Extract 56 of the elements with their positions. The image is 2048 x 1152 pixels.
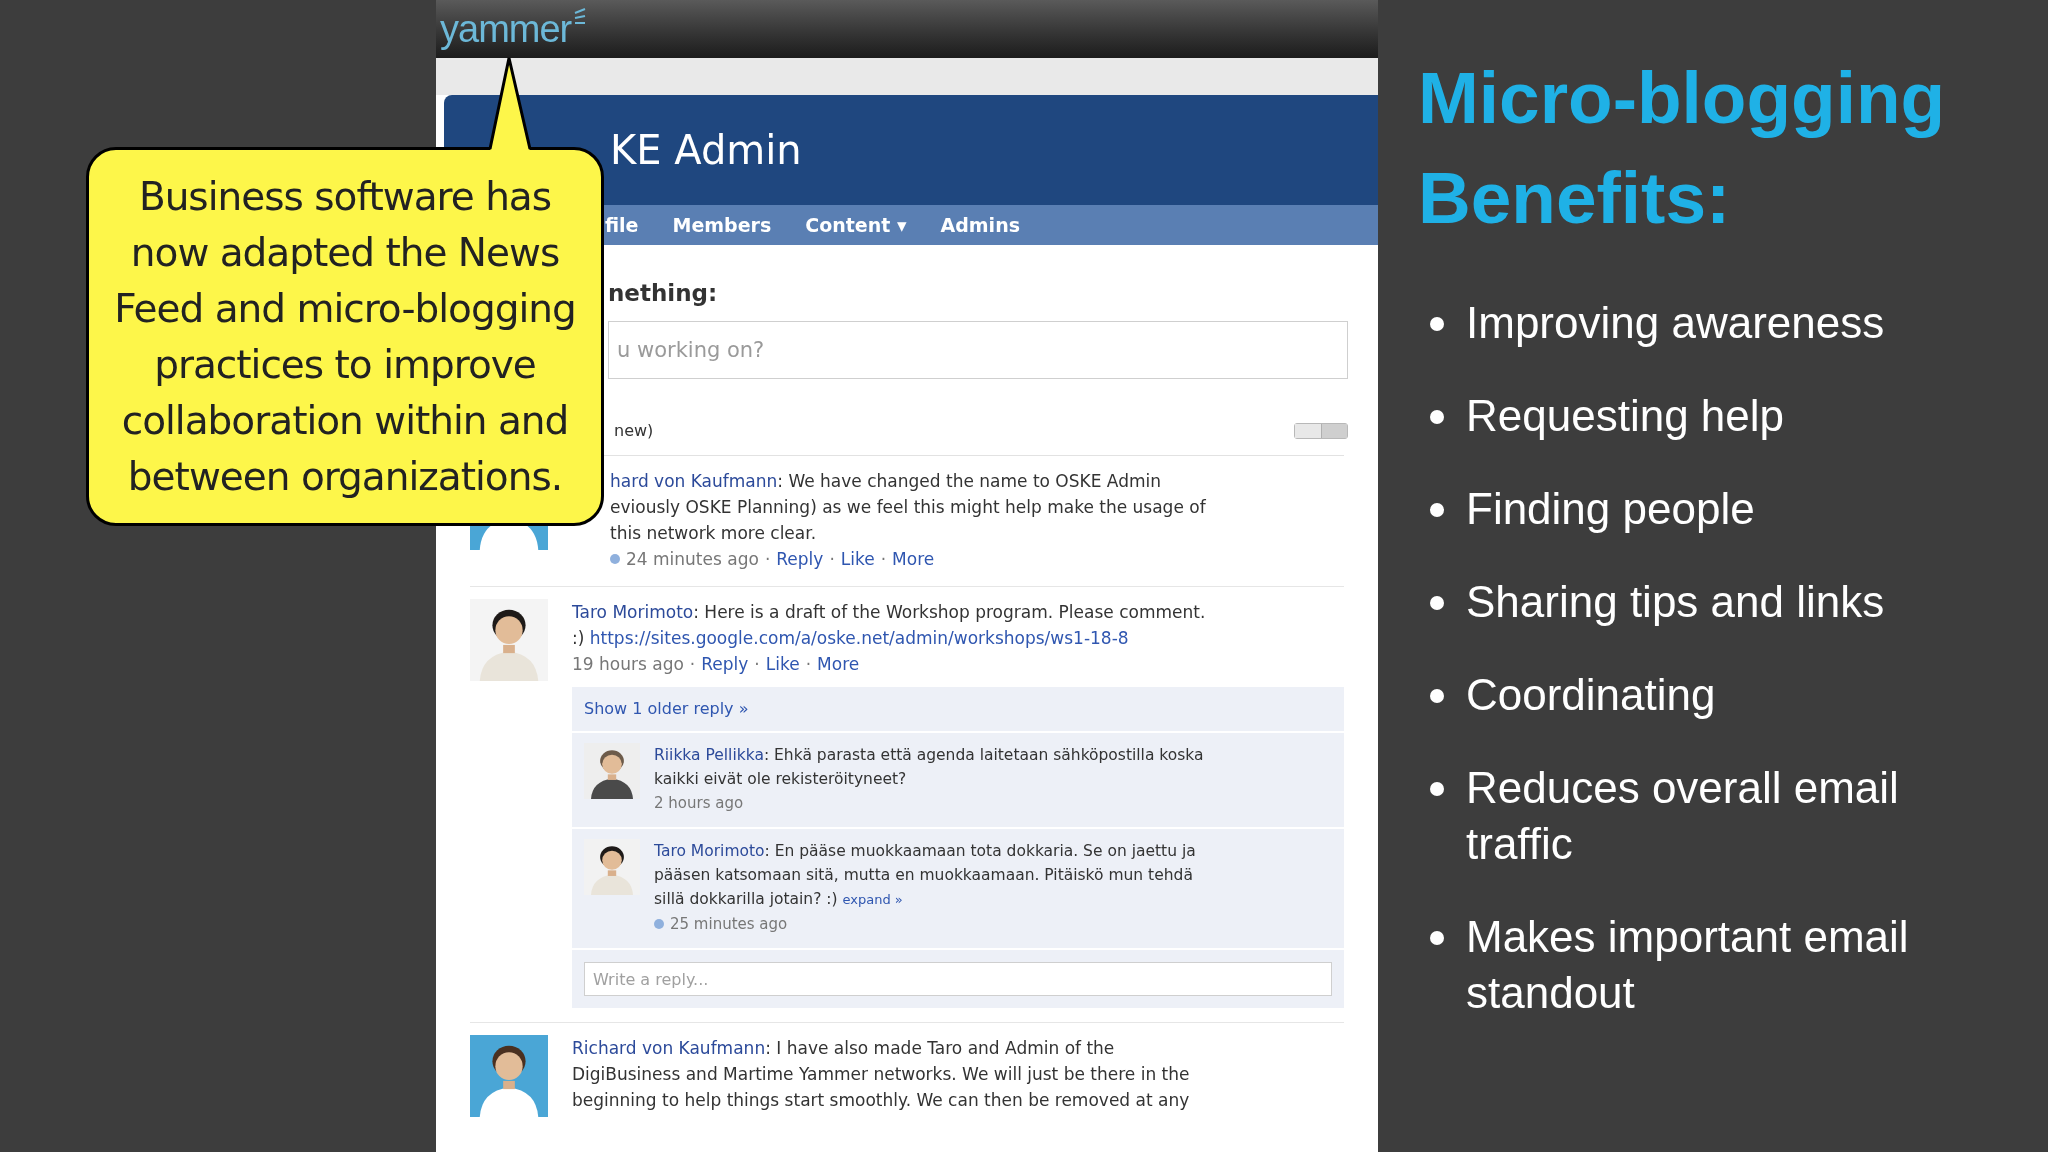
slide-title: Micro-blogging Benefits: (1418, 56, 1947, 240)
bullet-text: Improving awareness (1466, 297, 1886, 349)
nav-tab[interactable]: Content ▾ (805, 210, 907, 240)
post-text: Richard von Kaufmann: I have also made Taro and Admin of the DigiBusiness and Martime Yammer networks. We will just be there in the beginning to help things start smoothly. We can then be removed at any (572, 1037, 1191, 1112)
action-link[interactable]: More (817, 651, 860, 677)
post-text: Taro Morimoto: En pääse muokkaamaan tota dokkaria. Se on jaettu ja pääsen katsomaan sitä, mutta en muokkaamaan. Pitäiskö mun tehdä sillä dokkarilla jotain? :) expand » (654, 841, 1196, 910)
bullet-text: Reduces overall email traffic (1466, 762, 1900, 870)
bullet-text: Makes important email standout (1466, 911, 1910, 1019)
post-text: hard von Kaufmann: We have changed the name to OSKE Admin eviously OSKE Planning) as we feel this might help make the usage of this network more clear. (610, 470, 1207, 545)
action-link[interactable]: More (892, 546, 935, 572)
timestamp: 24 minutes ago (626, 548, 759, 571)
bullet-icon (1430, 410, 1444, 424)
separator: · (764, 548, 771, 571)
timestamp: 25 minutes ago (670, 914, 788, 935)
url-link[interactable]: https://sites.google.com/a/oske.net/admin/workshops/ws1-18-8 (589, 628, 1129, 648)
author-link[interactable]: Richard von Kaufmann (572, 1038, 766, 1058)
group-title: KE Admin (610, 126, 802, 175)
nav-tab[interactable]: Members (672, 210, 772, 240)
author-link[interactable]: Taro Morimoto (572, 602, 694, 622)
post-text: Taro Morimoto: Here is a draft of the Workshop program. Please comment. :) https://sites.google.com/a/oske.net/admin/workshops/ws1-18-8 (572, 601, 1207, 650)
separator: · (754, 653, 760, 676)
nav-tab[interactable]: Admins (940, 210, 1020, 240)
nav-tab[interactable]: file (605, 210, 639, 240)
action-link[interactable]: Reply (776, 546, 824, 572)
feed-filter[interactable]: new) (614, 419, 654, 443)
reply-input[interactable]: Write a reply... (584, 962, 1332, 996)
show-older-link[interactable]: Show 1 older reply » (572, 687, 1344, 733)
expand-link[interactable]: expand » (842, 892, 903, 907)
author-link[interactable]: Riikka Pellikka (654, 746, 764, 764)
logo-text[interactable]: yammer (440, 0, 572, 58)
action-link[interactable]: Reply (701, 651, 749, 677)
bullet-text: Coordinating (1466, 669, 1717, 721)
timestamp: 19 hours ago (572, 653, 684, 676)
bullet-text: Sharing tips and links (1466, 576, 1886, 628)
post-text: Riikka Pellikka: Ehkä parasta että agenda laitetaan sähköpostilla koska kaikki eivät ole rekisteröityneet? (654, 745, 1204, 790)
status-input[interactable]: u working on? (608, 321, 1348, 379)
callout-text: Business software has now adapted the News Feed and micro-blogging practices to improve collaboration within and between organizations. (114, 172, 576, 501)
bullet-icon (1430, 317, 1444, 331)
separator: · (805, 653, 812, 676)
action-link[interactable]: Like (840, 546, 875, 572)
separator: · (880, 548, 887, 571)
separator: · (829, 548, 835, 571)
bullet-icon (1430, 689, 1444, 703)
bullet-icon (1430, 782, 1444, 796)
timestamp: 2 hours ago (654, 793, 744, 814)
bullet-text: Finding people (1466, 483, 1756, 535)
separator: · (689, 653, 696, 676)
action-link[interactable]: Like (765, 651, 800, 677)
bullet-text: Requesting help (1466, 390, 1785, 442)
bullet-icon (1430, 503, 1444, 517)
bullet-icon (1430, 931, 1444, 945)
author-link[interactable]: Taro Morimoto (654, 842, 765, 860)
view-toggle-icon[interactable] (1294, 423, 1348, 439)
bullet-icon (1430, 596, 1444, 610)
composer-prompt: nething: (608, 279, 719, 308)
author-link[interactable]: hard von Kaufmann (610, 471, 778, 491)
